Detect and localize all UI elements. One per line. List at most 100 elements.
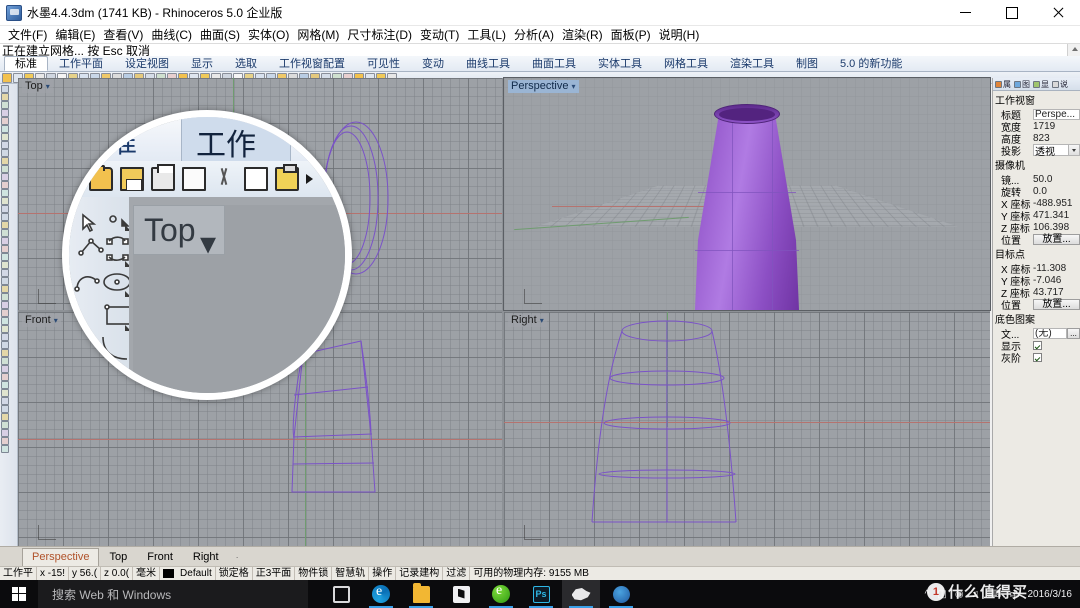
layer-color-swatch[interactable] [163, 569, 175, 578]
left-palette-icon-24[interactable] [1, 269, 9, 277]
properties-tab-3[interactable]: 显 [1032, 79, 1050, 90]
menu-item-12[interactable]: 渲染(R) [558, 25, 607, 44]
browse-ellipsis-button[interactable]: ... [1067, 327, 1080, 339]
viewport-menu-caret-perspective[interactable]: ▾ [571, 80, 575, 93]
cut-icon[interactable] [213, 167, 237, 191]
left-palette-icon-18[interactable] [1, 221, 9, 229]
maximize-button[interactable] [988, 0, 1034, 26]
left-palette-icon-23[interactable] [1, 261, 9, 269]
viewport-menu-caret-right[interactable]: ▾ [540, 314, 544, 327]
magnified-tab-cplane[interactable]: 工作 [181, 117, 291, 162]
left-palette-icon-12[interactable] [1, 173, 9, 181]
viewport-menu-caret-top[interactable]: ▾ [46, 80, 50, 93]
menu-item-5[interactable]: 曲面(S) [196, 25, 244, 44]
status-z[interactable]: z 0.0( [101, 566, 134, 581]
left-palette-icon-21[interactable] [1, 245, 9, 253]
toolbar-tab-12[interactable]: 网格工具 [653, 56, 719, 71]
viewport-tab-2[interactable]: Top [99, 548, 137, 566]
left-palette-icon-22[interactable] [1, 253, 9, 261]
status-memory[interactable]: 可用的物理内存: 9155 MB [470, 567, 592, 581]
left-palette-icon-9[interactable] [1, 149, 9, 157]
left-palette-icon-34[interactable] [1, 349, 9, 357]
task-view-button[interactable] [322, 580, 360, 608]
viewport-perspective[interactable]: Perspective ▾ [503, 77, 991, 311]
viewport-field-1[interactable]: Perspe... [1033, 108, 1080, 120]
left-palette-icon-26[interactable] [1, 285, 9, 293]
left-palette-icon-35[interactable] [1, 357, 9, 365]
camera-button-6[interactable]: 放置... [1033, 233, 1080, 245]
left-palette-icon-45[interactable] [1, 437, 9, 445]
wallpaper-checkbox-2[interactable] [1033, 340, 1042, 350]
left-palette-icon-4[interactable] [1, 109, 9, 117]
toolbar-tab-5[interactable]: 选取 [224, 56, 268, 71]
wallpaper-checkbox-3[interactable] [1033, 352, 1042, 362]
left-palette-icon-11[interactable] [1, 165, 9, 173]
status-toggle-6[interactable]: 记录建构 [396, 566, 444, 581]
left-palette-icon-13[interactable] [1, 181, 9, 189]
paste-icon[interactable] [275, 164, 299, 191]
wallpaper-field-1[interactable]: (无) [1033, 327, 1067, 339]
status-layer[interactable]: Default [177, 566, 216, 581]
viewport-tab-5[interactable]: · [229, 551, 246, 566]
toolbar-tab-15[interactable]: 5.0 的新功能 [829, 56, 913, 71]
left-palette-icon-5[interactable] [1, 117, 9, 125]
copy-icon[interactable] [240, 164, 268, 191]
left-palette-icon-6[interactable] [1, 125, 9, 133]
left-palette-icon-36[interactable] [1, 365, 9, 373]
left-palette-icon-7[interactable] [1, 133, 9, 141]
viewport-combo-4[interactable]: 透视 [1033, 144, 1080, 158]
toolbar-tab-9[interactable]: 曲线工具 [455, 56, 521, 71]
left-palette-icon-37[interactable] [1, 373, 9, 381]
left-palette-icon-2[interactable] [1, 93, 9, 101]
green-browser-button[interactable] [482, 580, 520, 608]
menu-item-8[interactable]: 尺寸标注(D) [343, 25, 416, 44]
left-palette-icon-42[interactable] [1, 413, 9, 421]
left-palette-icon-16[interactable] [1, 205, 9, 213]
status-y[interactable]: y 56.( [69, 566, 102, 581]
photoshop-button[interactable]: Ps [522, 580, 560, 608]
left-palette-icon-1[interactable] [1, 85, 9, 93]
target-button-4[interactable]: 放置... [1033, 298, 1080, 310]
left-palette-icon-43[interactable] [1, 421, 9, 429]
taskbar-search-input[interactable]: 搜索 Web 和 Windows [38, 580, 308, 608]
menu-item-9[interactable]: 变动(T) [416, 25, 463, 44]
properties-tab-1[interactable]: 属 [994, 79, 1012, 90]
status-x[interactable]: x -15! [37, 566, 70, 581]
left-palette-icon-29[interactable] [1, 309, 9, 317]
menu-item-10[interactable]: 工具(L) [463, 25, 510, 44]
menu-item-11[interactable]: 分析(A) [510, 25, 558, 44]
chevron-down-icon[interactable] [1068, 145, 1079, 155]
status-toggle-2[interactable]: 正3平面 [253, 566, 296, 581]
status-cplane[interactable]: 工作平 [0, 566, 37, 581]
magnified-tab-standard[interactable]: 准 [109, 121, 137, 161]
standard-toolbar-icon-1[interactable] [2, 72, 12, 83]
toolbar-tab-10[interactable]: 曲面工具 [521, 56, 587, 71]
viewport-label-right[interactable]: Right ▾ [508, 314, 547, 327]
left-palette-icon-41[interactable] [1, 405, 9, 413]
left-palette-icon-38[interactable] [1, 381, 9, 389]
left-palette-icon-27[interactable] [1, 293, 9, 301]
left-palette-icon-14[interactable] [1, 189, 9, 197]
left-palette-icon-15[interactable] [1, 197, 9, 205]
status-toggle-4[interactable]: 智慧轨 [332, 566, 370, 581]
viewport-right[interactable]: Right ▾ [504, 312, 990, 546]
left-palette-icon-33[interactable] [1, 341, 9, 349]
toolbar-tab-14[interactable]: 制图 [785, 56, 829, 71]
status-toggle-5[interactable]: 操作 [369, 566, 397, 581]
toolbar-tab-3[interactable]: 设定视图 [114, 56, 180, 71]
toolbar-tab-2[interactable]: 工作平面 [48, 56, 114, 71]
print-icon[interactable] [151, 164, 175, 191]
status-units[interactable]: 毫米 [133, 566, 161, 581]
viewport-label-perspective[interactable]: Perspective ▾ [508, 80, 579, 93]
menu-item-6[interactable]: 实体(O) [244, 25, 293, 44]
dropdown-arrow-icon[interactable] [306, 174, 313, 184]
status-toggle-1[interactable]: 锁定格 [216, 566, 253, 581]
left-palette-icon-19[interactable] [1, 229, 9, 237]
properties-tab-4[interactable]: 说 [1051, 79, 1069, 90]
toolbar-tab-13[interactable]: 渲染工具 [719, 56, 785, 71]
left-palette-icon-20[interactable] [1, 237, 9, 245]
viewport-tab-1[interactable]: Perspective [22, 548, 100, 566]
magnified-viewport-name[interactable]: Top ▾ [133, 205, 225, 261]
toolbar-tab-6[interactable]: 工作视窗配置 [268, 56, 356, 71]
left-palette-icon-10[interactable] [1, 157, 9, 165]
